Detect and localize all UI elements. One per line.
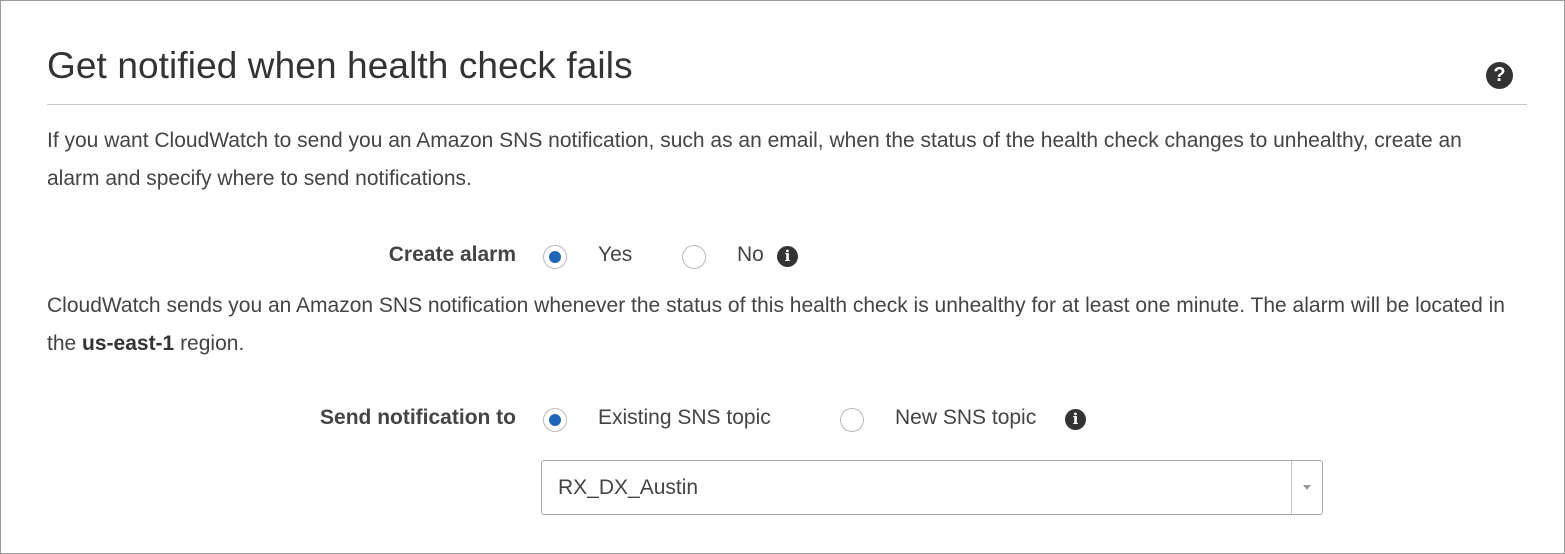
- alarm-region: us-east-1: [82, 332, 175, 355]
- panel-description: If you want CloudWatch to send you an Am…: [47, 129, 1462, 190]
- notification-panel: Get notified when health check fails ? I…: [0, 0, 1565, 554]
- existing-sns-topic-radio[interactable]: [543, 408, 567, 432]
- sns-topic-value: RX_DX_Austin: [558, 476, 699, 499]
- existing-sns-topic-label[interactable]: Existing SNS topic: [598, 406, 771, 430]
- create-alarm-yes-radio[interactable]: [543, 245, 567, 269]
- select-dropdown-button[interactable]: [1291, 461, 1322, 514]
- alarm-note: CloudWatch sends you an Amazon SNS notif…: [47, 287, 1507, 363]
- new-sns-topic-label[interactable]: New SNS topic: [895, 406, 1036, 430]
- alarm-note-text: CloudWatch sends you an Amazon SNS notif…: [47, 294, 1505, 355]
- create-alarm-no-label[interactable]: No: [737, 243, 764, 267]
- question-circle-icon[interactable]: ?: [1486, 62, 1513, 89]
- title-divider: [47, 104, 1527, 105]
- send-notification-label: Send notification to: [320, 406, 516, 429]
- panel-title: Get notified when health check fails: [47, 45, 633, 86]
- send-notification-row: Send notification to Existing SNS topic …: [1, 400, 1565, 440]
- chevron-down-icon: [1303, 485, 1311, 490]
- alarm-note-suffix: region.: [174, 332, 245, 355]
- new-sns-topic-radio[interactable]: [840, 408, 864, 432]
- info-icon[interactable]: i: [1065, 409, 1086, 430]
- create-alarm-row: Create alarm Yes No i: [1, 237, 1565, 277]
- info-icon[interactable]: i: [777, 246, 798, 267]
- sns-topic-select[interactable]: RX_DX_Austin: [541, 460, 1323, 515]
- create-alarm-no-radio[interactable]: [682, 245, 706, 269]
- create-alarm-yes-label[interactable]: Yes: [598, 243, 632, 267]
- create-alarm-label: Create alarm: [388, 243, 516, 266]
